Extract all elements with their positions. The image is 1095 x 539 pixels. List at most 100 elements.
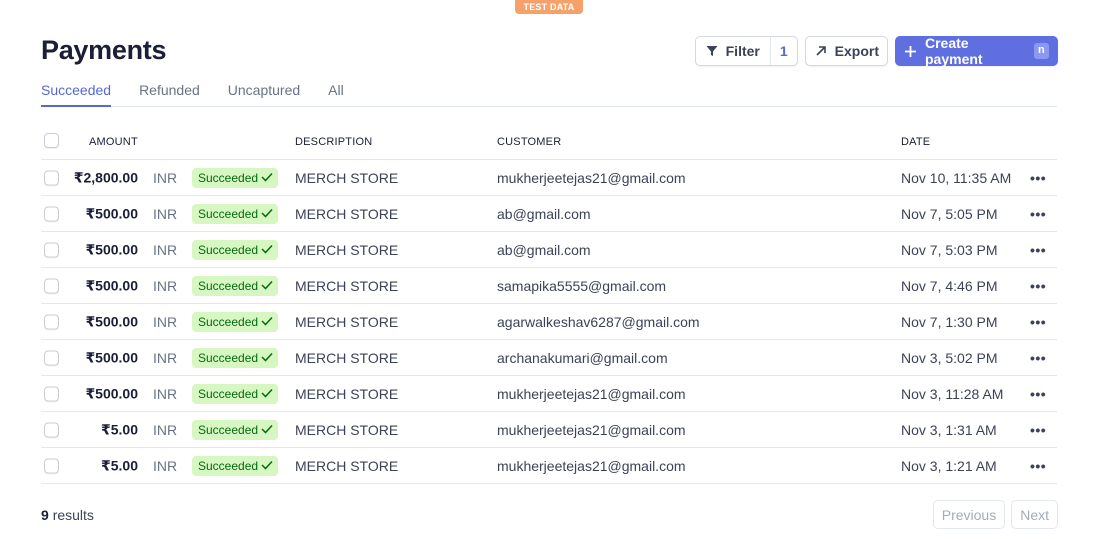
more-icon[interactable]: •••: [1030, 170, 1046, 186]
status-label: Succeeded: [198, 278, 259, 293]
header-date: DATE: [901, 136, 931, 148]
status-badge: Succeeded: [192, 239, 278, 260]
row-checkbox[interactable]: [44, 170, 59, 185]
tab-succeeded[interactable]: Succeeded: [41, 81, 112, 107]
checkmark-icon: [261, 351, 273, 365]
header-customer: CUSTOMER: [497, 136, 562, 148]
row-checkbox[interactable]: [44, 458, 59, 473]
more-icon[interactable]: •••: [1030, 314, 1046, 330]
filter-icon: [706, 45, 718, 57]
table-row[interactable]: ₹500.00 INR Succeeded MERCH STORE mukherjeet…: [41, 376, 1057, 412]
checkmark-icon: [261, 315, 273, 329]
checkmark-icon: [261, 243, 273, 257]
amount-value: ₹500.00: [85, 277, 138, 293]
status-label: Succeeded: [198, 170, 259, 185]
table-row[interactable]: ₹5.00 INR Succeeded MERCH STORE mukherjeetej…: [41, 448, 1057, 484]
checkmark-icon: [261, 207, 273, 221]
more-icon[interactable]: •••: [1030, 278, 1046, 294]
description-cell: MERCH STORE: [295, 169, 399, 186]
status-label: Succeeded: [198, 314, 259, 329]
customer-cell: mukherjeetejas21@gmail.com: [497, 169, 686, 186]
amount-value: ₹500.00: [85, 205, 138, 221]
tab-refunded[interactable]: Refunded: [139, 81, 200, 107]
status-label: Succeeded: [198, 242, 259, 257]
table-row[interactable]: ₹5.00 INR Succeeded MERCH STORE mukherjeetej…: [41, 412, 1057, 448]
table-row[interactable]: ₹2,800.00 INR Succeeded MERCH STORE mukherje…: [41, 160, 1057, 196]
amount-value: ₹500.00: [85, 241, 138, 257]
amount-value: ₹5.00: [101, 421, 138, 437]
amount-value: ₹2,800.00: [73, 169, 138, 185]
table-body: ₹2,800.00 INR Succeeded MERCH STORE mukherje…: [41, 160, 1057, 484]
results-number: 9: [41, 507, 49, 523]
payments-table: AMOUNT DESCRIPTION CUSTOMER DATE ₹2,800.…: [41, 124, 1057, 484]
tab-all[interactable]: All: [328, 81, 344, 107]
table-row[interactable]: ₹500.00 INR Succeeded MERCH STORE samapika55…: [41, 268, 1057, 304]
header-description: DESCRIPTION: [295, 136, 373, 148]
export-button[interactable]: Export: [804, 36, 888, 66]
status-badge: Succeeded: [192, 419, 278, 440]
more-icon[interactable]: •••: [1030, 242, 1046, 258]
customer-cell: ab@gmail.com: [497, 205, 591, 222]
status-badge: Succeeded: [192, 167, 278, 188]
currency-code: INR: [153, 313, 178, 330]
currency-code: INR: [153, 169, 178, 186]
filter-button[interactable]: Filter 1: [694, 36, 798, 66]
customer-cell: mukherjeetejas21@gmail.com: [497, 421, 686, 438]
status-label: Succeeded: [198, 458, 259, 473]
table-row[interactable]: ₹500.00 INR Succeeded MERCH STORE ab@gmail.c…: [41, 232, 1057, 268]
currency-code: INR: [153, 277, 178, 294]
amount-value: ₹500.00: [85, 313, 138, 329]
table-row[interactable]: ₹500.00 INR Succeeded MERCH STORE agarwalkes…: [41, 304, 1057, 340]
previous-button[interactable]: Previous: [932, 500, 1006, 529]
more-icon[interactable]: •••: [1030, 386, 1046, 402]
description-cell: MERCH STORE: [295, 457, 399, 474]
more-icon[interactable]: •••: [1030, 422, 1046, 438]
currency-code: INR: [153, 241, 178, 258]
description-cell: MERCH STORE: [295, 385, 399, 402]
description-cell: MERCH STORE: [295, 241, 399, 258]
row-checkbox[interactable]: [44, 350, 59, 365]
row-checkbox[interactable]: [44, 386, 59, 401]
customer-cell: samapika5555@gmail.com: [497, 277, 667, 294]
customer-cell: archanakumari@gmail.com: [497, 349, 668, 366]
status-badge: Succeeded: [192, 455, 278, 476]
results-count: 9 results: [41, 507, 94, 523]
table-row[interactable]: ₹500.00 INR Succeeded MERCH STORE ab@gmail.c…: [41, 196, 1057, 232]
create-payment-button[interactable]: Create payment n: [895, 35, 1058, 67]
description-cell: MERCH STORE: [295, 205, 399, 222]
date-cell: Nov 7, 1:30 PM: [901, 313, 998, 330]
arrow-up-right-icon: [815, 45, 827, 57]
amount-value: ₹500.00: [85, 385, 138, 401]
currency-code: INR: [153, 385, 178, 402]
row-checkbox[interactable]: [44, 242, 59, 257]
page-title: Payments: [41, 35, 167, 65]
date-cell: Nov 3, 1:31 AM: [901, 421, 997, 438]
checkmark-icon: [261, 279, 273, 293]
create-payment-label: Create payment: [925, 35, 983, 67]
tab-uncaptured[interactable]: Uncaptured: [228, 81, 300, 107]
status-label: Succeeded: [198, 206, 259, 221]
table-row[interactable]: ₹500.00 INR Succeeded MERCH STORE archanakum…: [41, 340, 1057, 376]
more-icon[interactable]: •••: [1030, 350, 1046, 366]
row-checkbox[interactable]: [44, 278, 59, 293]
row-checkbox[interactable]: [44, 422, 59, 437]
plus-icon: [904, 45, 917, 58]
more-icon[interactable]: •••: [1030, 206, 1046, 222]
currency-code: INR: [153, 349, 178, 366]
more-icon[interactable]: •••: [1030, 458, 1046, 474]
status-tabs: Succeeded Refunded Uncaptured All: [41, 81, 1057, 107]
amount-value: ₹500.00: [85, 349, 138, 365]
row-checkbox[interactable]: [44, 206, 59, 221]
header-actions: Filter 1 Export Create payment n: [694, 35, 1058, 67]
select-all-checkbox[interactable]: [44, 133, 59, 148]
checkmark-icon: [261, 387, 273, 401]
table-header: AMOUNT DESCRIPTION CUSTOMER DATE: [41, 124, 1057, 160]
filter-label: Filter: [725, 43, 760, 59]
pagination: Previous Next: [932, 500, 1058, 529]
filter-count: 1: [779, 43, 788, 59]
currency-code: INR: [153, 457, 178, 474]
next-button[interactable]: Next: [1011, 500, 1058, 529]
row-checkbox[interactable]: [44, 314, 59, 329]
date-cell: Nov 3, 11:28 AM: [901, 385, 1004, 402]
description-cell: MERCH STORE: [295, 313, 399, 330]
